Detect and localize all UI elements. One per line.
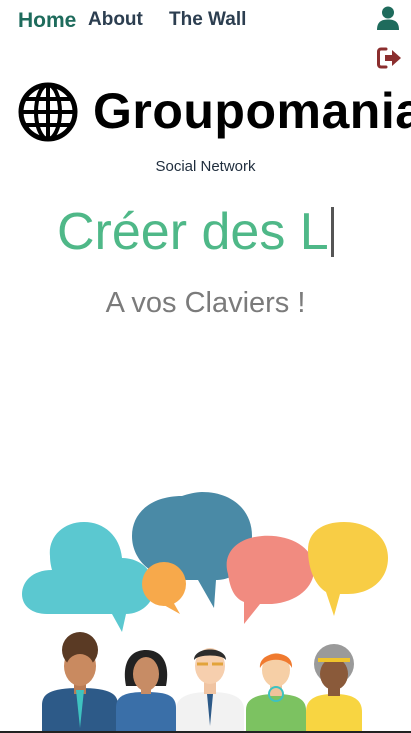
nav-about-link[interactable]: About [88,9,143,31]
typing-caret [330,207,334,257]
speech-bubbles [22,492,388,632]
brand-name: Groupomania [93,83,411,139]
brand-subtitle: Social Network [155,158,256,175]
logout-icon[interactable] [377,47,403,69]
globe-icon [18,82,78,142]
people-group [42,632,362,733]
nav-wall-link[interactable]: The Wall [169,9,246,31]
typing-text: Créer des L [57,203,329,261]
community-illustration [22,490,392,733]
brand-header: Groupomania [18,82,411,144]
tagline: A vos Claviers ! [105,287,306,319]
user-icon[interactable] [377,6,399,30]
typing-headline: Créer des L [57,200,334,264]
nav-home-link[interactable]: Home [18,9,76,33]
top-navigation: Home About The Wall [0,0,411,69]
